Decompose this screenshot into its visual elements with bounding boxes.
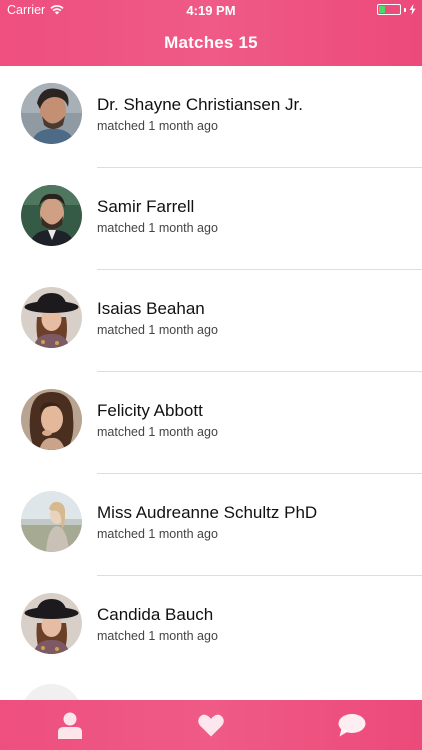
avatar <box>21 684 82 700</box>
match-subtitle: matched 1 month ago <box>97 119 218 133</box>
battery-level <box>379 6 385 13</box>
avatar <box>21 389 82 450</box>
match-name: Dr. Shayne Christiansen Jr. <box>97 95 303 114</box>
avatar <box>21 491 82 552</box>
tab-profile[interactable] <box>0 700 141 750</box>
avatar <box>21 287 82 348</box>
person-icon <box>58 712 83 739</box>
status-time: 4:19 PM <box>186 3 236 18</box>
match-name: Samir Farrell <box>97 197 195 216</box>
heart-icon <box>198 714 224 736</box>
match-subtitle: matched 1 month ago <box>97 323 218 337</box>
battery-icon <box>377 4 401 15</box>
match-name: Isaias Beahan <box>97 299 205 318</box>
match-row[interactable]: Felicity Abbott matched 1 month ago <box>0 372 422 474</box>
matches-screen: Carrier 4:19 PM Matches 15 Dr. Shayne Ch… <box>0 0 422 750</box>
page-title: Matches 15 <box>164 33 258 52</box>
charging-bolt-icon <box>409 4 416 15</box>
match-row[interactable]: Candida Bauch matched 1 month ago <box>0 576 422 678</box>
match-row[interactable]: Dr. Shayne Christiansen Jr. matched 1 mo… <box>0 66 422 168</box>
match-row[interactable]: Isaias Beahan matched 1 month ago <box>0 270 422 372</box>
match-name: Felicity Abbott <box>97 401 203 420</box>
match-row[interactable]: Samir Farrell matched 1 month ago <box>0 168 422 270</box>
match-subtitle: matched 1 month ago <box>97 629 218 643</box>
match-name: Candida Bauch <box>97 605 214 624</box>
match-name: Miss Audreanne Schultz PhD <box>97 503 318 522</box>
tab-chats[interactable] <box>281 700 422 750</box>
match-row[interactable] <box>0 678 422 700</box>
match-subtitle: matched 1 month ago <box>97 425 218 439</box>
match-subtitle: matched 1 month ago <box>97 221 218 235</box>
tab-likes[interactable] <box>141 700 282 750</box>
status-bar: Carrier 4:19 PM <box>0 0 422 22</box>
avatar <box>21 593 82 654</box>
avatar <box>21 185 82 246</box>
match-subtitle: matched 1 month ago <box>97 527 218 541</box>
avatar <box>21 83 82 144</box>
chat-bubble-icon <box>338 713 366 736</box>
battery-indicator <box>377 4 416 15</box>
header: Carrier 4:19 PM Matches 15 <box>0 0 422 66</box>
tab-bar <box>0 700 422 750</box>
match-list: Dr. Shayne Christiansen Jr. matched 1 mo… <box>0 66 422 700</box>
match-row[interactable]: Miss Audreanne Schultz PhD matched 1 mon… <box>0 474 422 576</box>
